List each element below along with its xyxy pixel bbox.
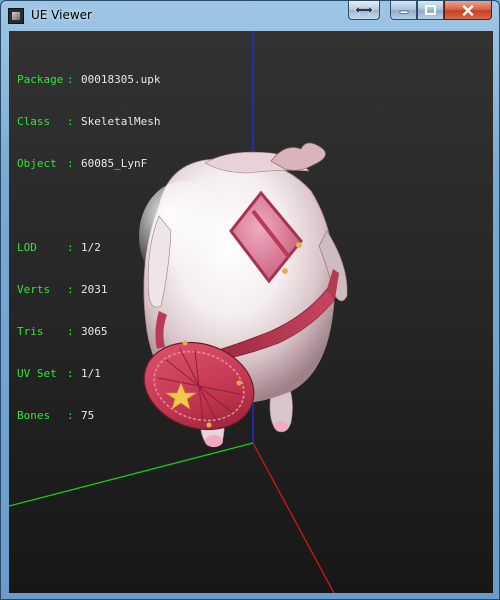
info-label: Object: [17, 157, 57, 170]
info-separator: :: [67, 73, 74, 86]
info-row-package: Package:00018305.upk: [17, 73, 160, 87]
info-value: SkeletalMesh: [81, 115, 161, 128]
info-label: UV Set: [17, 367, 57, 380]
app-window: UE Viewer Package: 00018305.upk Class:…: [0, 0, 500, 600]
info-value: 60085_LynF: [81, 157, 148, 170]
info-label: Verts: [17, 283, 51, 296]
maximize-icon: [425, 5, 436, 15]
mesh-info-overlay: Package:00018305.upk Class: SkeletalMesh …: [17, 45, 160, 451]
info-separator: :: [67, 409, 74, 422]
info-value: 3065: [81, 325, 108, 338]
info-separator: :: [67, 241, 74, 254]
info-separator: :: [67, 325, 74, 338]
title-bar[interactable]: UE Viewer: [1, 1, 500, 31]
info-separator: :: [67, 367, 74, 380]
info-row-class: Class: SkeletalMesh: [17, 115, 160, 129]
info-label: Tris: [17, 325, 44, 338]
close-icon: [462, 4, 474, 16]
pig-hoof: [205, 435, 223, 447]
info-row-tris: Tris:3065: [17, 325, 160, 339]
maximize-button[interactable]: [417, 1, 444, 20]
minimize-button[interactable]: [390, 1, 417, 20]
info-label: LOD: [17, 241, 37, 254]
patch-stud: [282, 268, 288, 274]
info-separator: :: [67, 115, 74, 128]
info-row-object: Object:60085_LynF: [17, 157, 160, 171]
bag-stud: [206, 422, 212, 428]
3d-viewport[interactable]: Package:00018305.upk Class: SkeletalMesh …: [9, 31, 493, 593]
info-value: 2031: [81, 283, 108, 296]
info-value: 00018305.upk: [81, 73, 161, 86]
pig-hoof: [274, 421, 288, 431]
restore-button[interactable]: [348, 1, 380, 20]
info-label: Class: [17, 115, 51, 128]
swap-arrows-icon: [354, 5, 374, 15]
bag-stud: [236, 380, 242, 386]
info-separator: :: [67, 283, 74, 296]
info-value: 1/1: [81, 367, 101, 380]
info-separator: :: [67, 157, 74, 170]
info-label: Package: [17, 73, 64, 86]
info-label: Bones: [17, 409, 51, 422]
axis-x-line: [252, 442, 335, 593]
window-title: UE Viewer: [31, 8, 92, 22]
app-icon: [8, 8, 24, 24]
close-button[interactable]: [444, 1, 492, 20]
info-row-lod: LOD:1/2: [17, 241, 160, 255]
axis-y-line: [9, 442, 254, 507]
info-value: 1/2: [81, 241, 101, 254]
bag-stud: [182, 340, 188, 346]
info-row-verts: Verts:2031: [17, 283, 160, 297]
info-row-bones: Bones:75: [17, 409, 160, 423]
info-value: 75: [81, 409, 95, 422]
info-row-uvset: UV Set:1/1: [17, 367, 160, 381]
minimize-icon: [399, 10, 408, 14]
patch-stud: [296, 242, 302, 248]
